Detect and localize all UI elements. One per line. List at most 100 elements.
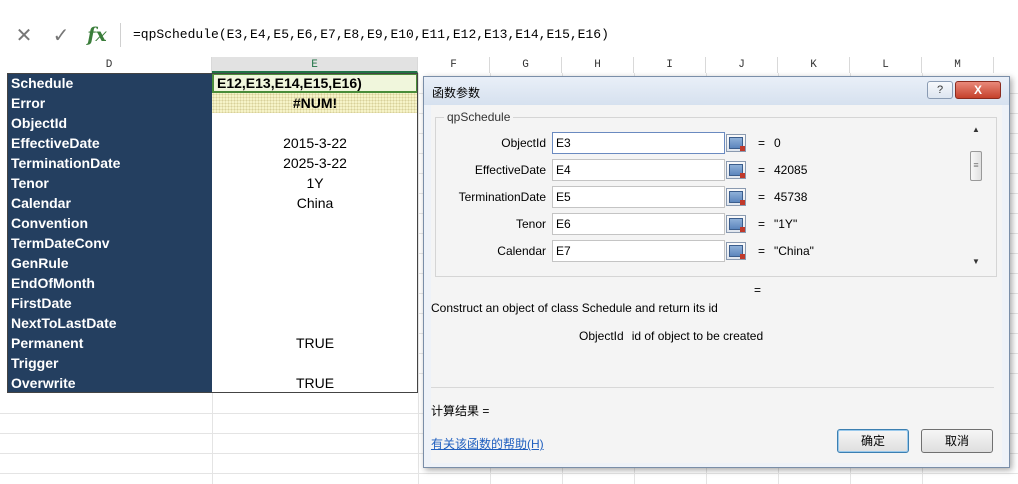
param-value: 45738: [774, 190, 808, 204]
value-cell[interactable]: 2025-3-22: [212, 153, 418, 173]
row-label[interactable]: GenRule: [7, 253, 212, 273]
row-label[interactable]: TerminationDate: [7, 153, 212, 173]
column-header-i[interactable]: I: [634, 57, 706, 73]
cancel-button[interactable]: 取消: [921, 429, 993, 453]
row-label[interactable]: TermDateConv: [7, 233, 212, 253]
scroll-thumb[interactable]: ≡: [970, 151, 982, 181]
row-label[interactable]: Convention: [7, 213, 212, 233]
help-button[interactable]: ?: [927, 81, 953, 99]
calculation-result: 计算结果 =: [431, 404, 490, 418]
column-headers: D E F G H I J K L M: [0, 57, 1018, 73]
argument-name: ObjectId: [579, 329, 624, 343]
function-help-link[interactable]: 有关该函数的帮助(H): [431, 435, 544, 452]
function-result-equals: =: [754, 283, 762, 297]
param-row-effectivedate: EffectiveDate E4 = 42085: [436, 159, 976, 182]
error-cell[interactable]: #NUM!: [212, 93, 418, 113]
column-header-f[interactable]: F: [418, 57, 490, 73]
column-header-k[interactable]: K: [778, 57, 850, 73]
param-label: TerminationDate: [458, 190, 546, 204]
divider: [431, 387, 994, 388]
row-label[interactable]: EndOfMonth: [7, 273, 212, 293]
param-value: "1Y": [774, 217, 798, 231]
column-header-j[interactable]: J: [706, 57, 778, 73]
param-label: EffectiveDate: [474, 163, 546, 177]
collapse-dialog-icon[interactable]: [726, 188, 746, 206]
value-cell[interactable]: [212, 213, 418, 233]
row-label[interactable]: EffectiveDate: [7, 133, 212, 153]
param-value: "China": [774, 244, 814, 258]
param-equals: =: [758, 136, 766, 150]
row-label[interactable]: Calendar: [7, 193, 212, 213]
argument-description: ObjectId id of object to be created: [579, 329, 763, 343]
column-header-e[interactable]: E: [212, 57, 418, 73]
value-cell[interactable]: [212, 313, 418, 333]
row-label[interactable]: Trigger: [7, 353, 212, 373]
param-row-calendar: Calendar E7 = "China": [436, 240, 976, 263]
param-label: ObjectId: [501, 136, 546, 150]
function-name: qpSchedule: [444, 110, 514, 124]
param-row-tenor: Tenor E6 = "1Y": [436, 213, 976, 236]
formula-bar: ✕ ✓ fx =qpSchedule(E3,E4,E5,E6,E7,E8,E9,…: [0, 22, 1018, 48]
function-description: Construct an object of class Schedule an…: [431, 301, 718, 315]
row-label[interactable]: Schedule: [7, 73, 212, 93]
dialog-titlebar[interactable]: 函数参数 ? X: [424, 77, 1009, 105]
collapse-dialog-icon[interactable]: [726, 242, 746, 260]
enter-icon[interactable]: ✓: [48, 23, 74, 47]
param-input[interactable]: E5: [552, 186, 725, 208]
value-cell[interactable]: China: [212, 193, 418, 213]
column-header-m[interactable]: M: [922, 57, 994, 73]
param-input[interactable]: E6: [552, 213, 725, 235]
row-label[interactable]: FirstDate: [7, 293, 212, 313]
row-label[interactable]: Overwrite: [7, 373, 212, 393]
value-cell[interactable]: [212, 273, 418, 293]
param-equals: =: [758, 163, 766, 177]
value-cell[interactable]: 1Y: [212, 173, 418, 193]
param-equals: =: [758, 190, 766, 204]
grid-line: [212, 393, 213, 484]
close-button[interactable]: X: [955, 81, 1001, 99]
row-label[interactable]: Permanent: [7, 333, 212, 353]
row-label[interactable]: Error: [7, 93, 212, 113]
scroll-up-icon[interactable]: ▲: [971, 125, 981, 135]
value-cell[interactable]: [212, 253, 418, 273]
function-arguments-dialog: 函数参数 ? X qpSchedule ObjectId E3 = 0 Effe…: [423, 76, 1010, 468]
active-formula-cell[interactable]: E12,E13,E14,E15,E16): [212, 73, 418, 93]
column-header-l[interactable]: L: [850, 57, 922, 73]
value-cell[interactable]: [212, 113, 418, 133]
param-equals: =: [758, 217, 766, 231]
scroll-down-icon[interactable]: ▼: [971, 257, 981, 267]
insert-function-icon[interactable]: fx: [84, 23, 110, 47]
row-label[interactable]: ObjectId: [7, 113, 212, 133]
collapse-dialog-icon[interactable]: [726, 161, 746, 179]
param-label: Tenor: [515, 217, 546, 231]
value-cell[interactable]: [212, 353, 418, 373]
column-header-g[interactable]: G: [490, 57, 562, 73]
param-row-terminationdate: TerminationDate E5 = 45738: [436, 186, 976, 209]
value-cell[interactable]: TRUE: [212, 373, 418, 393]
dialog-body: qpSchedule ObjectId E3 = 0 EffectiveDate…: [431, 105, 1002, 463]
column-header-h[interactable]: H: [562, 57, 634, 73]
param-input[interactable]: E7: [552, 240, 725, 262]
param-value: 42085: [774, 163, 808, 177]
param-row-objectid: ObjectId E3 = 0: [436, 132, 976, 155]
row-label[interactable]: Tenor: [7, 173, 212, 193]
value-cell[interactable]: [212, 293, 418, 313]
cancel-icon[interactable]: ✕: [11, 23, 37, 47]
arguments-group: qpSchedule ObjectId E3 = 0 EffectiveDate…: [435, 110, 997, 277]
row-label[interactable]: NextToLastDate: [7, 313, 212, 333]
value-cell[interactable]: TRUE: [212, 333, 418, 353]
ok-button[interactable]: 确定: [837, 429, 909, 453]
value-cell[interactable]: [212, 233, 418, 253]
param-equals: =: [758, 244, 766, 258]
arguments-scrollbar[interactable]: ▲ ≡ ▼: [969, 123, 983, 273]
param-label: Calendar: [497, 244, 546, 258]
formula-input[interactable]: =qpSchedule(E3,E4,E5,E6,E7,E8,E9,E10,E11…: [120, 23, 1018, 47]
collapse-dialog-icon[interactable]: [726, 134, 746, 152]
collapse-dialog-icon[interactable]: [726, 215, 746, 233]
grid-line: [0, 473, 1018, 474]
grid-line: [418, 73, 419, 484]
param-input[interactable]: E4: [552, 159, 725, 181]
param-input[interactable]: E3: [552, 132, 725, 154]
value-cell[interactable]: 2015-3-22: [212, 133, 418, 153]
column-header-d[interactable]: D: [7, 57, 212, 73]
